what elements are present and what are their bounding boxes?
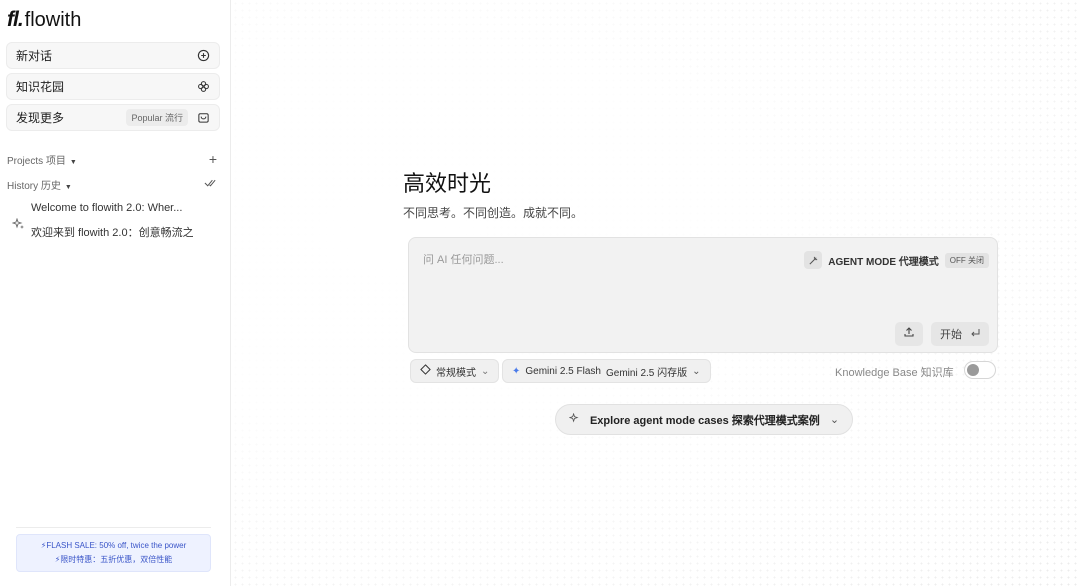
knowledge-base-toggle[interactable]: [964, 361, 996, 379]
upload-button[interactable]: [895, 322, 923, 346]
projects-label: Projects 项目 ▼: [7, 155, 77, 167]
model-sublabel: Gemini 2.5 闪存版: [605, 367, 688, 379]
mode-selector[interactable]: 常规模式 ⌄: [410, 359, 500, 383]
new-chat-label: 新对话: [16, 49, 53, 63]
flash-sale-line-zh: ⚡限时特惠：五折优惠，双倍性能: [54, 555, 173, 564]
magic-wand-icon: [804, 251, 823, 269]
chevron-down-icon: ⌄: [481, 365, 490, 377]
knowledge-base-label: Knowledge Base 知识库: [835, 367, 954, 379]
explore-agent-cases-button[interactable]: Explore agent mode cases 探索代理模式案例 ⌄: [555, 404, 853, 435]
chevron-down-icon: ⌄: [692, 365, 701, 377]
model-selector[interactable]: ✦ Gemini 2.5 Flash Gemini 2.5 闪存版 ⌄: [502, 359, 711, 383]
discover-more-label: 发现更多: [16, 111, 65, 125]
hero-subtitle: 不同思考。不同创造。成就不同。: [403, 206, 584, 220]
history-item[interactable]: Welcome to flowith 2.0: Wher... 欢迎来到 flo…: [11, 202, 193, 240]
sidebar: fl. flowith 新对话 知识花园 发现更多 Popular 流行 Pro…: [0, 0, 231, 586]
sparkle-icon: [11, 217, 24, 229]
knowledge-garden-label: 知识花园: [16, 80, 65, 94]
explore-label: Explore agent mode cases 探索代理模式案例: [589, 414, 820, 427]
history-label: History 历史 ▼: [7, 180, 72, 192]
double-check-icon[interactable]: [204, 178, 217, 191]
enter-icon: [970, 328, 980, 340]
shopping-bag-icon: [196, 111, 210, 125]
agent-mode-toggle[interactable]: AGENT MODE 代理模式 OFF 关闭: [804, 250, 989, 270]
main-area: 高效时光 不同思考。不同创造。成就不同。 AGENT MODE 代理模式 OFF…: [232, 0, 1080, 586]
gemini-star-icon: ✦: [512, 365, 521, 377]
history-section[interactable]: History 历史 ▼: [7, 177, 217, 192]
new-chat-button[interactable]: 新对话: [6, 42, 220, 69]
add-project-icon[interactable]: +: [209, 151, 217, 167]
model-label: Gemini 2.5 Flash: [525, 365, 601, 377]
history-item-subtitle: 欢迎来到 flowith 2.0：创意畅流之: [31, 227, 193, 239]
agent-mode-state-badge: OFF 关闭: [944, 252, 989, 268]
upload-icon: [903, 325, 915, 343]
caret-down-icon: ▼: [69, 158, 77, 166]
history-item-title: Welcome to flowith 2.0: Wher...: [31, 202, 183, 214]
diamond-icon: [420, 364, 431, 378]
mode-label: 常规模式: [436, 367, 476, 379]
flash-sale-banner[interactable]: ⚡FLASH SALE: 50% off, twice the power ⚡限…: [16, 534, 211, 572]
flowith-logo[interactable]: fl. flowith: [7, 8, 81, 32]
chevron-down-icon: ⌄: [829, 414, 840, 426]
chat-composer: AGENT MODE 代理模式 OFF 关闭 开始: [408, 237, 998, 353]
flower-icon: [196, 80, 210, 94]
chat-plus-icon: [196, 49, 210, 63]
chat-input[interactable]: [423, 254, 783, 266]
start-button[interactable]: 开始: [931, 322, 989, 346]
logo-text: flowith: [24, 8, 82, 31]
agent-mode-label: AGENT MODE 代理模式: [828, 256, 939, 268]
sidebar-divider: [16, 527, 211, 528]
caret-down-icon: ▼: [64, 183, 72, 191]
toggle-knob: [967, 364, 979, 376]
knowledge-garden-button[interactable]: 知识花园: [6, 73, 220, 100]
start-label: 开始: [940, 329, 962, 341]
discover-more-button[interactable]: 发现更多 Popular 流行: [6, 104, 220, 131]
logo-mark: fl.: [7, 8, 24, 31]
hero-title: 高效时光: [403, 171, 492, 196]
popular-badge: Popular 流行: [126, 109, 188, 126]
projects-section[interactable]: Projects 项目 ▼ +: [7, 151, 217, 167]
sparkle-icon: [568, 412, 580, 427]
flash-sale-line-en: ⚡FLASH SALE: 50% off, twice the power: [40, 541, 187, 550]
